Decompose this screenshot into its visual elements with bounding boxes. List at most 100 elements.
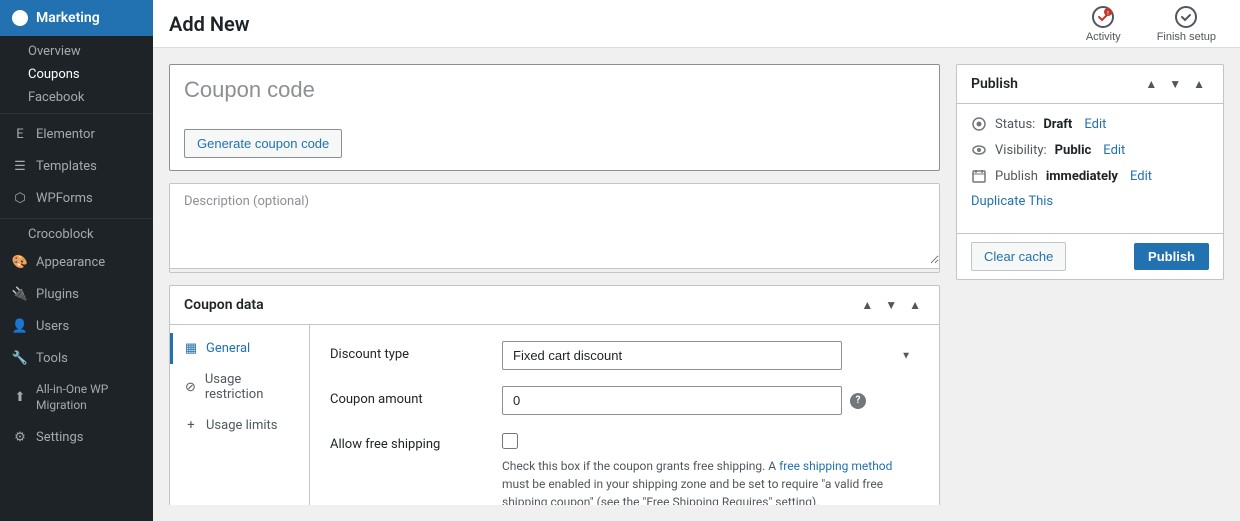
coupon-panel: Discount type Percentage discount Fixed … [310, 325, 939, 505]
description-textarea[interactable] [170, 184, 939, 264]
topbar-right: ! Activity Finish setup [1078, 1, 1224, 47]
generate-coupon-code-button[interactable]: Generate coupon code [184, 129, 342, 158]
duplicate-this-link[interactable]: Duplicate This [971, 194, 1209, 209]
sidebar: Marketing Overview Coupons Facebook E El… [0, 0, 153, 521]
publish-timing: immediately [1046, 169, 1118, 184]
allow-free-shipping-hint: Check this box if the coupon grants free… [502, 457, 919, 505]
visibility-value: Public [1055, 143, 1092, 158]
appearance-icon: 🎨 [12, 254, 28, 270]
status-icon [971, 116, 987, 132]
publish-box: Publish ▲ ▼ ▲ [956, 64, 1224, 280]
wp-logo-icon [12, 10, 28, 26]
activity-button[interactable]: ! Activity [1078, 1, 1129, 47]
tab-usage-restriction[interactable]: ⊘ Usage restriction [170, 364, 309, 410]
usage-restriction-icon: ⊘ [184, 380, 197, 394]
discount-type-select[interactable]: Percentage discount Fixed cart discount … [502, 341, 842, 370]
finish-setup-icon [1174, 5, 1198, 29]
coupon-amount-input[interactable] [502, 386, 842, 415]
sidebar-item-label: Coupons [28, 67, 80, 82]
sidebar-item-tools[interactable]: 🔧 Tools [0, 342, 153, 374]
discount-type-label: Discount type [330, 341, 490, 362]
sidebar-app-title: Marketing [36, 10, 100, 26]
status-edit-link[interactable]: Edit [1084, 117, 1106, 132]
calendar-icon [971, 168, 987, 184]
editor-area: Generate coupon code Coupon data ▲ ▼ ▲ [169, 64, 940, 505]
finish-setup-button[interactable]: Finish setup [1149, 1, 1224, 47]
finish-setup-label: Finish setup [1157, 31, 1216, 43]
sidebar-item-label: Users [36, 319, 69, 334]
publish-sidebar: Publish ▲ ▼ ▲ [956, 64, 1224, 505]
coupon-amount-label: Coupon amount [330, 386, 490, 407]
coupon-tabs: ▦ General ⊘ Usage restriction + Usage li… [170, 325, 310, 505]
sidebar-item-settings[interactable]: ⚙ Settings [0, 421, 153, 453]
publish-collapse-up[interactable]: ▲ [1141, 75, 1161, 93]
collapse-down-button[interactable]: ▼ [881, 296, 901, 314]
status-row: Status: Draft Edit [971, 116, 1209, 132]
publish-timing-row: Publish immediately Edit [971, 168, 1209, 184]
sidebar-item-templates[interactable]: ☰ Templates [0, 150, 153, 182]
topbar: Add New ! Activity Fin [153, 0, 1240, 48]
coupon-data-box: Coupon data ▲ ▼ ▲ ▦ General [169, 285, 940, 505]
sidebar-item-plugins[interactable]: 🔌 Plugins [0, 278, 153, 310]
clear-cache-button[interactable]: Clear cache [971, 242, 1066, 271]
publish-title: Publish [971, 76, 1018, 92]
sidebar-item-coupons[interactable]: Coupons [0, 63, 153, 86]
visibility-row: Visibility: Public Edit [971, 142, 1209, 158]
sidebar-divider-2 [0, 218, 153, 219]
visibility-label: Visibility: [995, 143, 1047, 158]
tab-label: General [206, 341, 250, 356]
discount-type-row: Discount type Percentage discount Fixed … [330, 341, 919, 370]
publish-footer: Clear cache Publish [957, 233, 1223, 279]
activity-label: Activity [1086, 31, 1121, 43]
templates-icon: ☰ [12, 158, 28, 174]
sidebar-item-label: Facebook [28, 90, 84, 105]
sidebar-item-label: Templates [36, 159, 97, 174]
content-area: Generate coupon code Coupon data ▲ ▼ ▲ [153, 48, 1240, 521]
tab-usage-limits[interactable]: + Usage limits [170, 410, 309, 441]
elementor-icon: E [12, 126, 28, 142]
sidebar-item-elementor[interactable]: E Elementor [0, 118, 153, 150]
coupon-data-controls: ▲ ▼ ▲ [857, 296, 925, 314]
status-value: Draft [1043, 117, 1072, 132]
toggle-button[interactable]: ▲ [905, 296, 925, 314]
usage-limits-icon: + [184, 419, 198, 433]
visibility-edit-link[interactable]: Edit [1103, 143, 1125, 158]
publish-toggle[interactable]: ▲ [1189, 75, 1209, 93]
coupon-amount-row: Coupon amount ? [330, 386, 919, 415]
publish-collapse-down[interactable]: ▼ [1165, 75, 1185, 93]
publish-timing-edit-link[interactable]: Edit [1130, 169, 1152, 184]
free-shipping-method-link[interactable]: free shipping method [779, 459, 892, 473]
coupon-code-input[interactable] [170, 65, 939, 115]
sidebar-item-facebook[interactable]: Facebook [0, 86, 153, 109]
main-area: Add New ! Activity Fin [153, 0, 1240, 521]
settings-icon: ⚙ [12, 429, 28, 445]
sidebar-header[interactable]: Marketing [0, 0, 153, 36]
tab-label: Usage restriction [205, 372, 295, 402]
sidebar-item-label: Crocoblock [28, 227, 94, 242]
sidebar-item-label: Elementor [36, 127, 95, 142]
sidebar-item-crocoblock[interactable]: Crocoblock [0, 223, 153, 246]
sidebar-item-wpforms[interactable]: ⬡ WPForms [0, 182, 153, 214]
page-title: Add New [169, 12, 250, 36]
sidebar-item-label: Settings [36, 430, 83, 445]
sidebar-item-appearance[interactable]: 🎨 Appearance [0, 246, 153, 278]
select-arrow-icon: ▼ [901, 350, 911, 361]
sidebar-item-label: Overview [28, 44, 81, 59]
sidebar-item-overview[interactable]: Overview [0, 40, 153, 63]
publish-button[interactable]: Publish [1134, 243, 1209, 270]
collapse-up-button[interactable]: ▲ [857, 296, 877, 314]
sidebar-item-all-in-one[interactable]: ⬆ All-in-One WP Migration [0, 374, 153, 421]
discount-type-control: Percentage discount Fixed cart discount … [502, 341, 919, 370]
visibility-icon [971, 142, 987, 158]
sidebar-item-label: Plugins [36, 287, 79, 302]
sidebar-item-users[interactable]: 👤 Users [0, 310, 153, 342]
allow-free-shipping-row: Allow free shipping Check this box if th… [330, 431, 919, 505]
sidebar-divider [0, 113, 153, 114]
activity-icon: ! [1091, 5, 1115, 29]
tab-label: Usage limits [206, 418, 277, 433]
general-tab-icon: ▦ [184, 342, 198, 356]
tab-general[interactable]: ▦ General [170, 333, 309, 364]
sidebar-item-label: WPForms [36, 191, 93, 206]
allow-free-shipping-checkbox[interactable] [502, 433, 518, 449]
status-label: Status: [995, 117, 1035, 132]
